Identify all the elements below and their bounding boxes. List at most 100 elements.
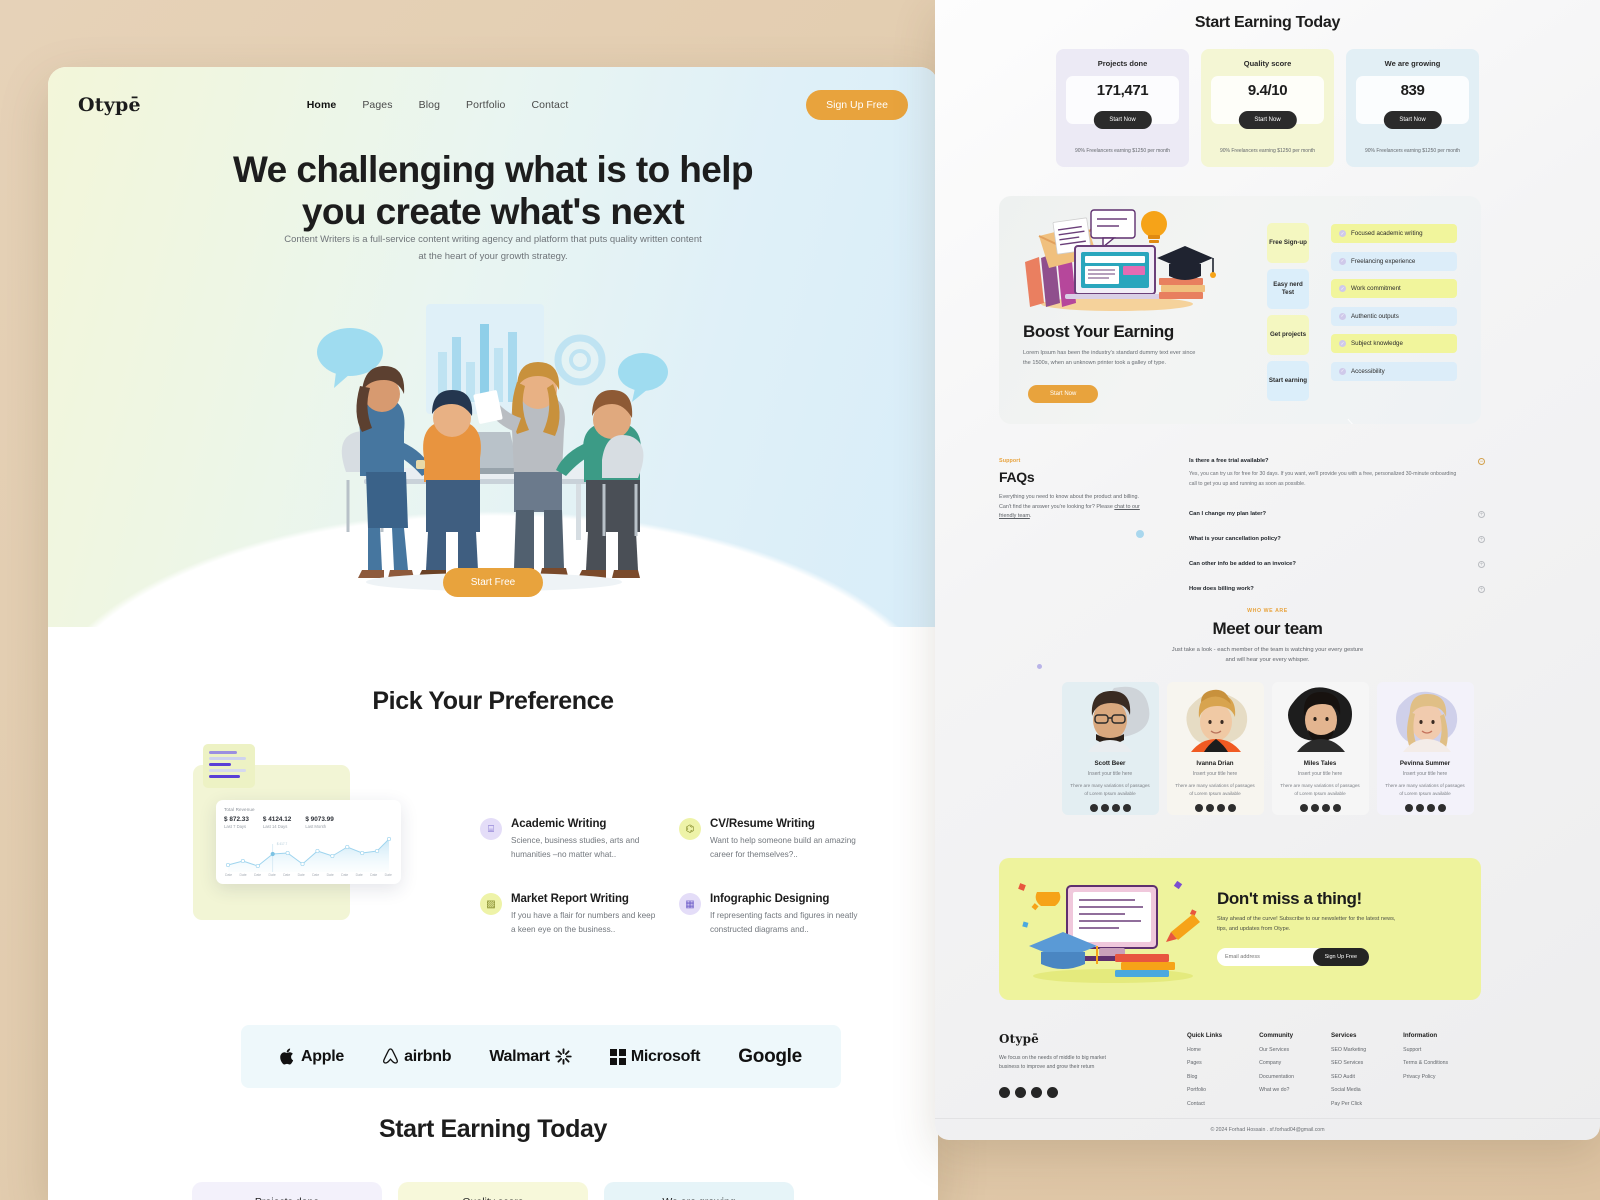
boost-start-now-button[interactable]: Start Now xyxy=(1028,385,1099,403)
lower-page-panel: Start Earning Today Projects done 171,47… xyxy=(935,0,1600,1140)
footer-link[interactable]: Contact xyxy=(1187,1101,1222,1107)
facebook-icon[interactable] xyxy=(1299,803,1308,812)
newsletter-signup-button[interactable]: Sign Up Free xyxy=(1312,948,1369,966)
send-icon[interactable] xyxy=(1015,1086,1026,1098)
faq-item-invoice-info[interactable]: Can other info be added to an invoice? + xyxy=(1189,561,1485,569)
footer-link[interactable]: Company xyxy=(1259,1060,1294,1066)
twitter-icon[interactable] xyxy=(1415,803,1424,812)
footer-link[interactable]: SEO Services xyxy=(1331,1060,1366,1066)
nav-item-pages[interactable]: Pages xyxy=(362,99,392,111)
earning-card-note: 90% Freelancers earning $1250 per month xyxy=(1074,148,1171,154)
footer-logo[interactable]: Otypē xyxy=(999,1032,1169,1046)
linkedin-icon[interactable] xyxy=(1321,803,1330,812)
linkedin-icon[interactable] xyxy=(1111,803,1120,812)
step-easy-nerd-test[interactable]: Easy nerd Test xyxy=(1267,269,1309,309)
footer-link[interactable]: Pages xyxy=(1187,1060,1222,1066)
nav-item-blog[interactable]: Blog xyxy=(419,99,440,111)
instagram-icon[interactable] xyxy=(1227,803,1236,812)
team-member-socials[interactable] xyxy=(1167,803,1264,812)
footer-link[interactable]: SEO Audit xyxy=(1331,1074,1366,1080)
start-now-button[interactable]: Start Now xyxy=(1093,111,1152,129)
email-field[interactable] xyxy=(1225,954,1295,960)
footer-socials[interactable] xyxy=(999,1086,1169,1098)
faq-item-free-trial[interactable]: Is there a free trial available? Yes, yo… xyxy=(1189,458,1485,489)
faq-answer: Yes, you can try us for free for 30 days… xyxy=(1189,471,1457,487)
start-now-button[interactable]: Start Now xyxy=(1238,111,1297,129)
footer-tagline: We focus on the needs of middle to big m… xyxy=(999,1055,1106,1071)
facebook-icon[interactable] xyxy=(1194,803,1203,812)
linkedin-icon[interactable] xyxy=(1216,803,1225,812)
footer-link[interactable]: Privacy Policy xyxy=(1403,1074,1448,1080)
earning-card-note: 90% Freelancers earning $1250 per month xyxy=(1364,148,1461,154)
step-free-signup[interactable]: Free Sign-up xyxy=(1267,223,1309,263)
footer-link[interactable]: Social Media xyxy=(1331,1087,1366,1093)
footer-link[interactable]: Terms & Conditions xyxy=(1403,1060,1448,1066)
footer-column-quick-links: Quick Links Home Pages Blog Portfolio Co… xyxy=(1187,1032,1222,1107)
team-member-role: Insert your title here xyxy=(1402,771,1448,778)
faq-item-billing[interactable]: How does billing work? + xyxy=(1189,586,1485,594)
footer-column-community: Community Our Services Company Documenta… xyxy=(1259,1032,1294,1107)
faq-item-cancellation-policy[interactable]: What is your cancellation policy? + xyxy=(1189,536,1485,544)
facebook-icon[interactable] xyxy=(1404,803,1413,812)
instagram-icon[interactable] xyxy=(1332,803,1341,812)
preference-items: ⌸ Academic Writing Science, business stu… xyxy=(480,818,860,936)
footer-link[interactable]: Our Services xyxy=(1259,1047,1294,1053)
decorative-dot xyxy=(1037,664,1042,669)
hero-subtitle: Content Writers is a full-service conten… xyxy=(48,232,938,265)
twitter-icon[interactable] xyxy=(1310,803,1319,812)
nav-item-home[interactable]: Home xyxy=(307,99,337,111)
brand-logo[interactable]: Otypē xyxy=(78,94,141,116)
preference-item-title: CV/Resume Writing xyxy=(710,818,815,830)
twitter-icon[interactable] xyxy=(1100,803,1109,812)
feature-subject-knowledge: ✓ Subject knowledge xyxy=(1331,334,1457,353)
start-free-button[interactable]: Start Free xyxy=(443,568,543,597)
footer-link[interactable]: Home xyxy=(1187,1047,1222,1053)
nav-item-portfolio[interactable]: Portfolio xyxy=(466,99,505,111)
preference-item-market-report-writing[interactable]: ▨ Market Report Writing If you have a fl… xyxy=(480,893,661,936)
minus-icon[interactable]: − xyxy=(1478,458,1485,465)
team-member-socials[interactable] xyxy=(1272,803,1369,812)
stat-last-7-days: $ 872.33 Last 7 Days xyxy=(224,816,249,829)
team-card-miles-tales[interactable]: Miles Tales Insert your title here There… xyxy=(1271,682,1369,816)
feature-label: Freelancing experience xyxy=(1351,257,1416,265)
footer-link[interactable]: What we do? xyxy=(1259,1087,1294,1093)
preference-item-cv-resume-writing[interactable]: ⌬ CV/Resume Writing Want to help someone… xyxy=(679,818,860,861)
faq-item-change-plan[interactable]: Can I change my plan later? + xyxy=(1189,511,1485,519)
link-icon[interactable] xyxy=(999,1086,1010,1098)
footer-link[interactable]: Portfolio xyxy=(1187,1087,1222,1093)
facebook-icon[interactable] xyxy=(1089,803,1098,812)
team-member-socials[interactable] xyxy=(1377,803,1474,812)
check-icon: ✓ xyxy=(1339,230,1346,237)
preference-item-academic-writing[interactable]: ⌸ Academic Writing Science, business stu… xyxy=(480,818,661,861)
team-member-socials[interactable] xyxy=(1062,803,1159,812)
preference-item-infographic-designing[interactable]: ▦ Infographic Designing If representing … xyxy=(679,893,860,936)
footer-column-heading: Quick Links xyxy=(1187,1032,1223,1039)
team-card-pevinna-summer[interactable]: Pevinna Summer Insert your title here Th… xyxy=(1376,682,1474,816)
start-now-button[interactable]: Start Now xyxy=(1383,111,1442,129)
earning-card-quality-score: Quality score 9.4/10 xyxy=(398,1182,588,1200)
boost-title: Boost Your Earning xyxy=(1023,322,1174,341)
instagram-icon[interactable] xyxy=(1437,803,1446,812)
nav-item-contact[interactable]: Contact xyxy=(531,99,568,111)
note-card-icon xyxy=(203,744,255,788)
footer-link[interactable]: Documentation xyxy=(1259,1074,1294,1080)
earning-card-projects-done: Projects done 171,471 xyxy=(192,1182,382,1200)
footer-link[interactable]: SEO Marketing xyxy=(1331,1047,1366,1053)
newsletter-illustration xyxy=(1018,880,1200,983)
team-member-role: Insert your title here xyxy=(1297,771,1343,778)
mail-icon[interactable] xyxy=(1047,1086,1058,1098)
team-card-ivanna-drian[interactable]: Ivanna Drian Insert your title here Ther… xyxy=(1166,682,1264,816)
stat-value: $ 4124.12 xyxy=(262,816,292,823)
signup-free-button[interactable]: Sign Up Free xyxy=(806,90,908,120)
instagram-icon[interactable] xyxy=(1122,803,1131,812)
footer-link[interactable]: Blog xyxy=(1187,1074,1222,1080)
feature-label: Work commitment xyxy=(1351,285,1401,292)
linkedin-icon[interactable] xyxy=(1426,803,1435,812)
twitter-icon[interactable] xyxy=(1205,803,1214,812)
team-card-scott-beer[interactable]: Scott Beer Insert your title here There … xyxy=(1061,682,1159,816)
step-start-earning[interactable]: Start earning xyxy=(1267,361,1309,401)
camera-icon[interactable] xyxy=(1031,1086,1042,1098)
footer-link[interactable]: Pay Per Click xyxy=(1331,1101,1366,1107)
step-get-projects[interactable]: Get projects xyxy=(1267,315,1309,355)
footer-link[interactable]: Support xyxy=(1403,1047,1448,1053)
